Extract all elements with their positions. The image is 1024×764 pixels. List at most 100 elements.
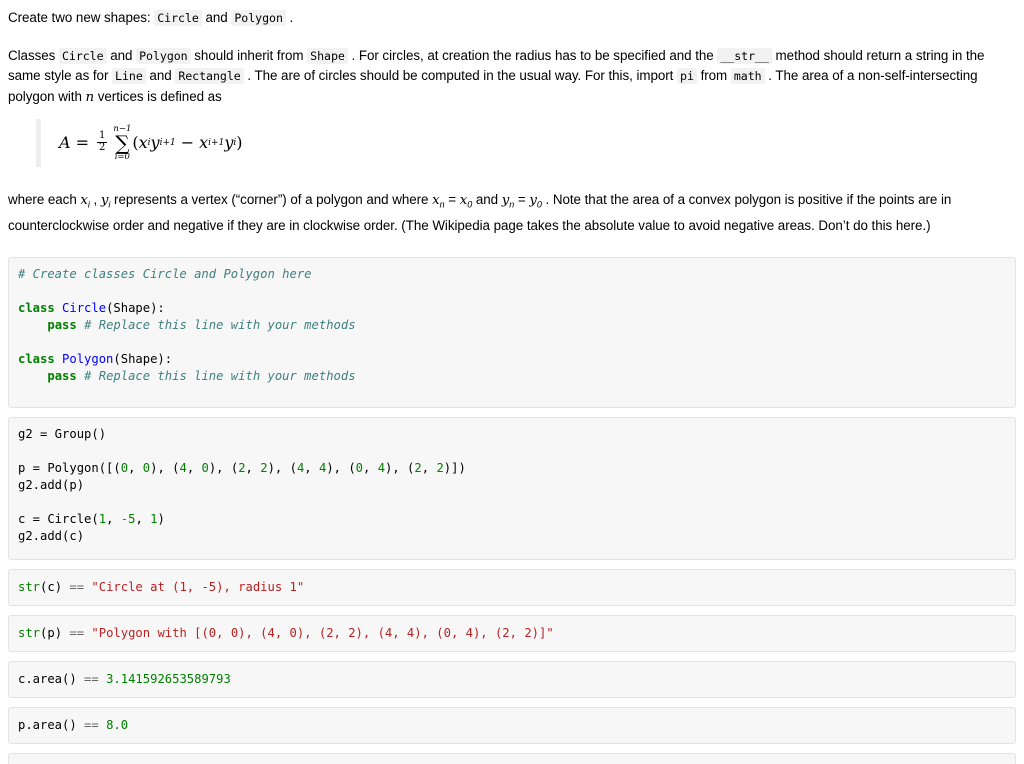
requirements-paragraph: Classes Circle and Polygon should inheri… <box>8 29 1016 108</box>
code-token: == <box>84 672 99 686</box>
code-token: 0 <box>202 461 209 475</box>
code-token: 2 <box>238 461 245 475</box>
code-token: pass <box>47 318 76 332</box>
code-token: Circle <box>62 301 106 315</box>
code-token: g2 = Group() <box>18 427 106 441</box>
shoelace-formula: A = 1 2 n−1 ∑ i=0 ( xiyi+1 − xi+1yi) <box>36 119 1016 167</box>
code-token: , <box>128 461 143 475</box>
sum-lower-limit: i=0 <box>115 153 130 162</box>
code-token: # Replace this line with your methods <box>84 369 356 383</box>
code-line: str(p) == "Polygon with [(0, 0), (4, 0),… <box>18 626 554 640</box>
term1-y-subscript: i+1 <box>160 137 176 150</box>
code-token: ), ( <box>326 461 355 475</box>
code-blank-line: ​ <box>18 283 1005 300</box>
code-token: ), ( <box>209 461 238 475</box>
code-token: class <box>18 352 55 366</box>
code-cell-2[interactable]: g2 = Group() ​p = Polygon([(0, 0), (4, 0… <box>8 417 1016 560</box>
code-token: (Shape): <box>113 352 172 366</box>
inline-code: Shape <box>307 48 348 64</box>
code-token: 0 <box>121 461 128 475</box>
code-token: 8.0 <box>106 718 128 732</box>
code-token: )]) <box>444 461 466 475</box>
code-token: "Circle at (1, -5), radius 1" <box>91 580 304 594</box>
code-token: 0 <box>143 461 150 475</box>
code-token: , <box>135 512 150 526</box>
code-cell-list: # Create classes Circle and Polygon here… <box>8 257 1016 764</box>
formula-lhs: A <box>59 132 71 155</box>
code-cell-7[interactable]: round(g2.area(), 3) == 11.142 <box>8 753 1016 764</box>
code-blank-line: ​ <box>18 494 1005 511</box>
code-token <box>99 672 106 686</box>
code-token: class <box>18 301 55 315</box>
markdown-cell[interactable]: Create two new shapes: Circle and Polygo… <box>8 0 1016 235</box>
code-cell-6[interactable]: p.area() == 8.0 <box>8 707 1016 744</box>
formula-equals: = <box>71 132 94 155</box>
code-token: g2.add(p) <box>18 478 84 492</box>
sigma-icon: ∑ <box>115 134 129 153</box>
code-token: (p) <box>40 626 69 640</box>
term2-y: y <box>224 132 233 155</box>
code-token: p.area() <box>18 718 84 732</box>
code-line: pass # Replace this line with your metho… <box>18 318 356 332</box>
code-token: , <box>246 461 261 475</box>
term1-x: x <box>139 132 148 155</box>
code-line: c.area() == 3.141592653589793 <box>18 672 231 686</box>
code-token: g2.add(c) <box>18 529 84 543</box>
code-token: 4 <box>378 461 385 475</box>
code-token: ), ( <box>268 461 297 475</box>
code-line: p = Polygon([(0, 0), (4, 0), (2, 2), (4,… <box>18 461 466 475</box>
code-token <box>18 369 47 383</box>
code-token: c = Circle( <box>18 512 99 526</box>
code-line: c = Circle(1, -5, 1) <box>18 512 165 526</box>
formula-minus: − <box>176 132 199 155</box>
code-token: 3.141592653589793 <box>106 672 231 686</box>
inline-math: n <box>86 90 95 105</box>
code-token: Polygon <box>62 352 113 366</box>
code-line: class Polygon(Shape): <box>18 352 172 366</box>
code-cell-1[interactable]: # Create classes Circle and Polygon here… <box>8 257 1016 408</box>
code-line: g2 = Group() <box>18 427 106 441</box>
code-token: # Replace this line with your methods <box>84 318 356 332</box>
code-line: pass # Replace this line with your metho… <box>18 369 356 383</box>
code-token: (Shape): <box>106 301 165 315</box>
code-cell-4[interactable]: str(p) == "Polygon with [(0, 0), (4, 0),… <box>8 615 1016 652</box>
code-cell-3[interactable]: str(c) == "Circle at (1, -5), radius 1" <box>8 569 1016 606</box>
summation-operator: n−1 ∑ i=0 <box>113 125 131 161</box>
code-token <box>18 318 47 332</box>
inline-code: Polygon <box>231 10 286 26</box>
code-token: "Polygon with [(0, 0), (4, 0), (2, 2), (… <box>91 626 553 640</box>
term2-x: x <box>199 132 208 155</box>
code-token: 2 <box>436 461 443 475</box>
code-token: == <box>69 626 84 640</box>
code-token: str <box>18 580 40 594</box>
code-token: - <box>121 512 128 526</box>
explanation-paragraph: where each xi , yi represents a vertex (… <box>8 176 1016 235</box>
inline-math-subscript: n <box>509 200 514 210</box>
inline-code: math <box>731 68 765 84</box>
inline-math-subscript: 0 <box>537 200 542 210</box>
formula-close-paren: ) <box>236 132 242 155</box>
code-line: g2.add(c) <box>18 529 84 543</box>
inline-code: __str__ <box>717 48 772 64</box>
term1-y: y <box>151 132 160 155</box>
inline-math: y <box>529 193 537 208</box>
inline-code: Polygon <box>136 48 191 64</box>
code-cell-5[interactable]: c.area() == 3.141592653589793 <box>8 661 1016 698</box>
code-token <box>55 352 62 366</box>
code-token: , <box>363 461 378 475</box>
notebook-page: Create two new shapes: Circle and Polygo… <box>0 0 1024 764</box>
code-token: ), ( <box>150 461 179 475</box>
code-token: (c) <box>40 580 69 594</box>
code-token: , <box>422 461 437 475</box>
code-token <box>99 718 106 732</box>
inline-math-subscript: i <box>88 200 90 210</box>
code-line: class Circle(Shape): <box>18 301 165 315</box>
inline-code: Rectangle <box>175 68 243 84</box>
code-token <box>77 318 84 332</box>
code-token: , <box>304 461 319 475</box>
code-token: 2 <box>414 461 421 475</box>
inline-math-subscript: n <box>440 200 445 210</box>
fraction-denominator: 2 <box>97 143 107 154</box>
intro-paragraph: Create two new shapes: Circle and Polygo… <box>8 0 1016 29</box>
code-token: == <box>69 580 84 594</box>
